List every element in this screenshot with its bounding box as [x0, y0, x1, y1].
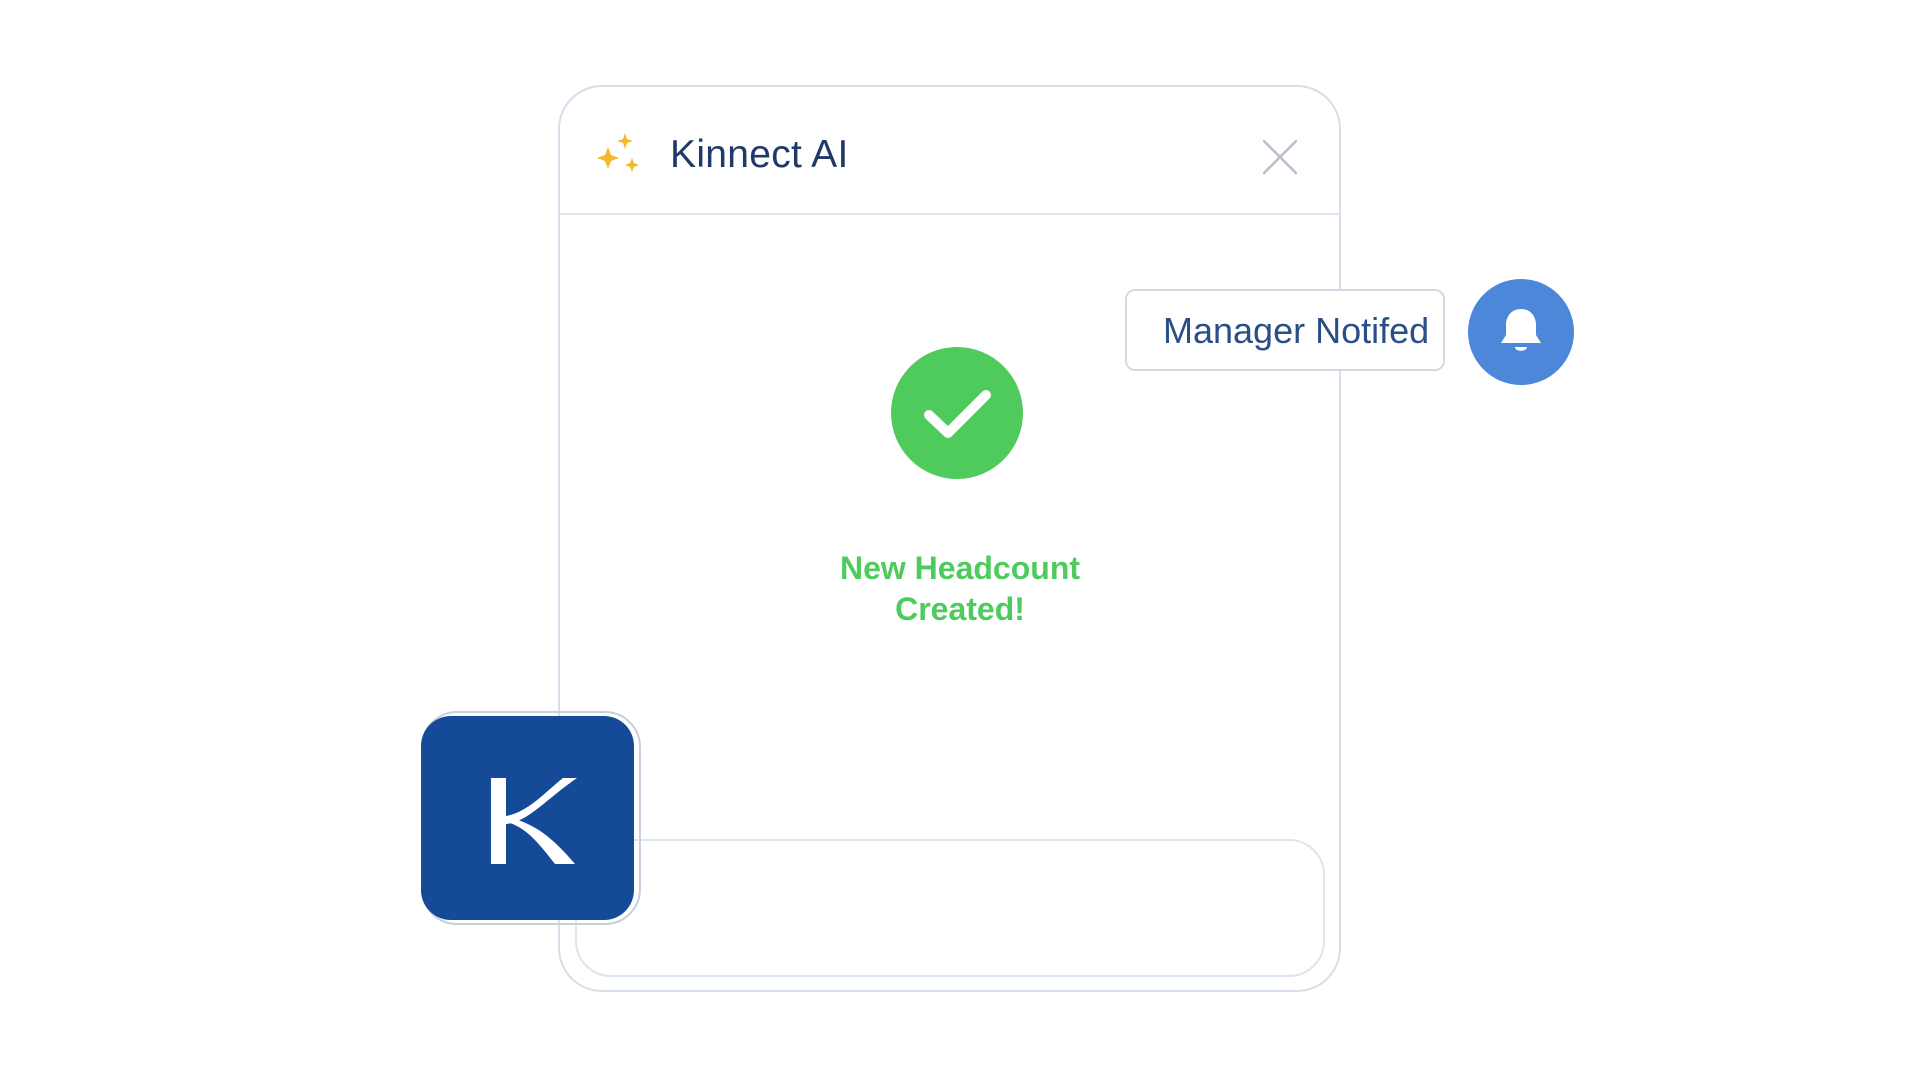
check-circle-icon — [891, 347, 1023, 479]
chat-panel: Kinnect AI New Headcount Created! — [558, 85, 1341, 992]
message-input[interactable] — [575, 839, 1325, 977]
notification-label: Manager Notifed — [1163, 310, 1430, 351]
app-title: Kinnect AI — [670, 133, 849, 176]
sparkle-icon — [592, 131, 644, 183]
kinnect-logo — [421, 716, 634, 920]
notification-pill: Manager Notifed — [1125, 289, 1445, 371]
success-message-line-1: New Headcount — [839, 550, 1081, 586]
stage: Kinnect AI New Headcount Created! Manage… — [0, 0, 1920, 1080]
success-message-line-2: Created! — [895, 591, 1025, 627]
success-message: New Headcount Created! — [730, 548, 1190, 630]
bell-icon — [1468, 279, 1574, 385]
panel-header: Kinnect AI — [560, 87, 1339, 215]
close-icon[interactable] — [1260, 137, 1300, 177]
